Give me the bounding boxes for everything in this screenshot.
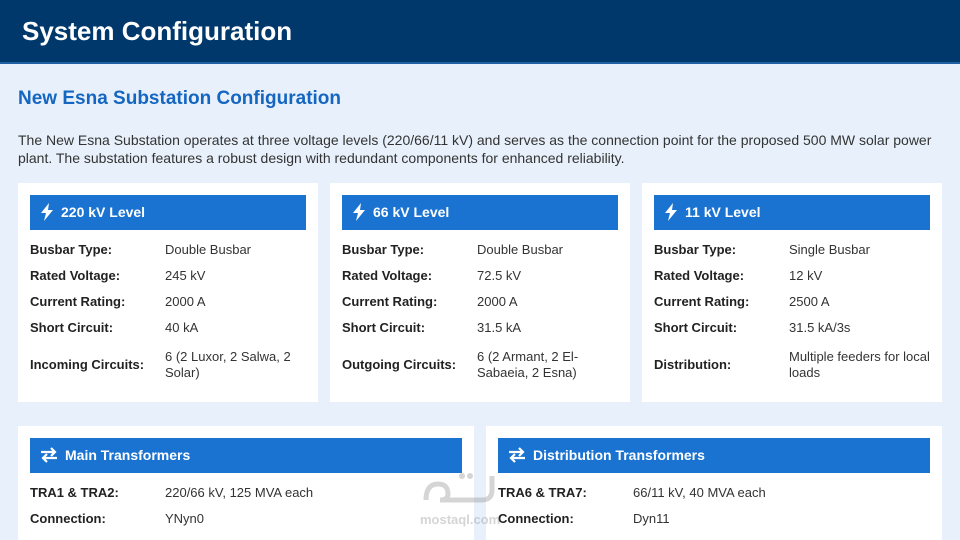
card-header: 11 kV Level (654, 195, 930, 230)
spec-value: 2000 A (165, 294, 206, 309)
bolt-icon (353, 203, 365, 221)
swap-arrows-icon (41, 447, 57, 463)
spec-value: Multiple feeders for local loads (789, 349, 930, 380)
swap-arrows-icon (509, 447, 525, 463)
card-66kv-level: 66 kV Level Busbar Type: Double Busbar Ra… (330, 183, 630, 402)
spec-label: Connection: (498, 511, 574, 526)
card-title: 66 kV Level (373, 204, 450, 220)
spec-value: 40 kA (165, 320, 199, 335)
card-220kv-level: 220 kV Level Busbar Type: Double Busbar R… (18, 183, 318, 402)
card-title: 11 kV Level (685, 204, 761, 220)
spec-value: 220/66 kV, 125 MVA each (165, 485, 314, 500)
spec-value: 6 (2 Luxor, 2 Salwa, 2 Solar) (165, 349, 291, 380)
spec-label: Busbar Type: (654, 242, 737, 257)
spec-value: 72.5 kV (477, 268, 522, 283)
spec-label: Short Circuit: (30, 320, 114, 335)
spec-value: 31.5 kA (477, 320, 522, 335)
bolt-icon (41, 203, 53, 221)
spec-value: 31.5 kA/3s (789, 320, 851, 335)
card-title: Distribution Transformers (533, 447, 705, 463)
spec-label: Outgoing Circuits: (342, 357, 457, 372)
spec-label: Rated Voltage: (30, 268, 121, 283)
spec-value: Double Busbar (165, 242, 251, 257)
card-title: Main Transformers (65, 447, 191, 463)
bolt-icon (665, 203, 677, 221)
page-title: System Configuration (22, 16, 293, 46)
spec-value: Dyn11 (633, 511, 670, 526)
spec-label: Short Circuit: (342, 320, 426, 335)
card-header: 66 kV Level (342, 195, 618, 230)
spec-label: Distribution: (654, 357, 732, 372)
spec-value: YNyn0 (165, 511, 205, 526)
spec-label: TRA1 & TRA2: (30, 485, 119, 500)
card-header: Distribution Transformers (498, 438, 930, 473)
spec-value: 245 kV (165, 268, 206, 283)
spec-value: Double Busbar (477, 242, 563, 257)
card-header: Main Transformers (30, 438, 462, 473)
spec-label: Busbar Type: (342, 242, 425, 257)
spec-value: 2000 A (477, 294, 518, 309)
spec-value: Single Busbar (789, 242, 870, 257)
spec-label: TRA6 & TRA7: (498, 485, 587, 500)
top-header-bar: System Configuration (0, 0, 960, 64)
spec-value: 2500 A (789, 294, 830, 309)
card-distribution-transformers: Distribution Transformers TRA6 & TRA7: 66… (486, 426, 942, 540)
card-header: 220 kV Level (30, 195, 306, 230)
spec-label: Incoming Circuits: (30, 357, 145, 372)
spec-label: Current Rating: (342, 294, 438, 309)
spec-label: Current Rating: (654, 294, 750, 309)
spec-label: Rated Voltage: (654, 268, 745, 283)
spec-value: 66/11 kV, 40 MVA each (633, 485, 766, 500)
intro-paragraph: The New Esna Substation operates at thre… (18, 132, 932, 166)
spec-value: 6 (2 Armant, 2 El-Sabaeia, 2 Esna) (477, 349, 579, 380)
card-11kv-level: 11 kV Level Busbar Type: Single Busbar Ra… (642, 183, 942, 402)
card-main-transformers: Main Transformers TRA1 & TRA2: 220/66 kV,… (18, 426, 474, 540)
spec-label: Short Circuit: (654, 320, 738, 335)
spec-label: Busbar Type: (30, 242, 113, 257)
spec-label: Rated Voltage: (342, 268, 433, 283)
section-title: New Esna Substation Configuration (18, 88, 342, 109)
spec-label: Current Rating: (30, 294, 126, 309)
spec-value: 12 kV (789, 268, 823, 283)
card-title: 220 kV Level (61, 204, 146, 220)
spec-label: Connection: (30, 511, 106, 526)
